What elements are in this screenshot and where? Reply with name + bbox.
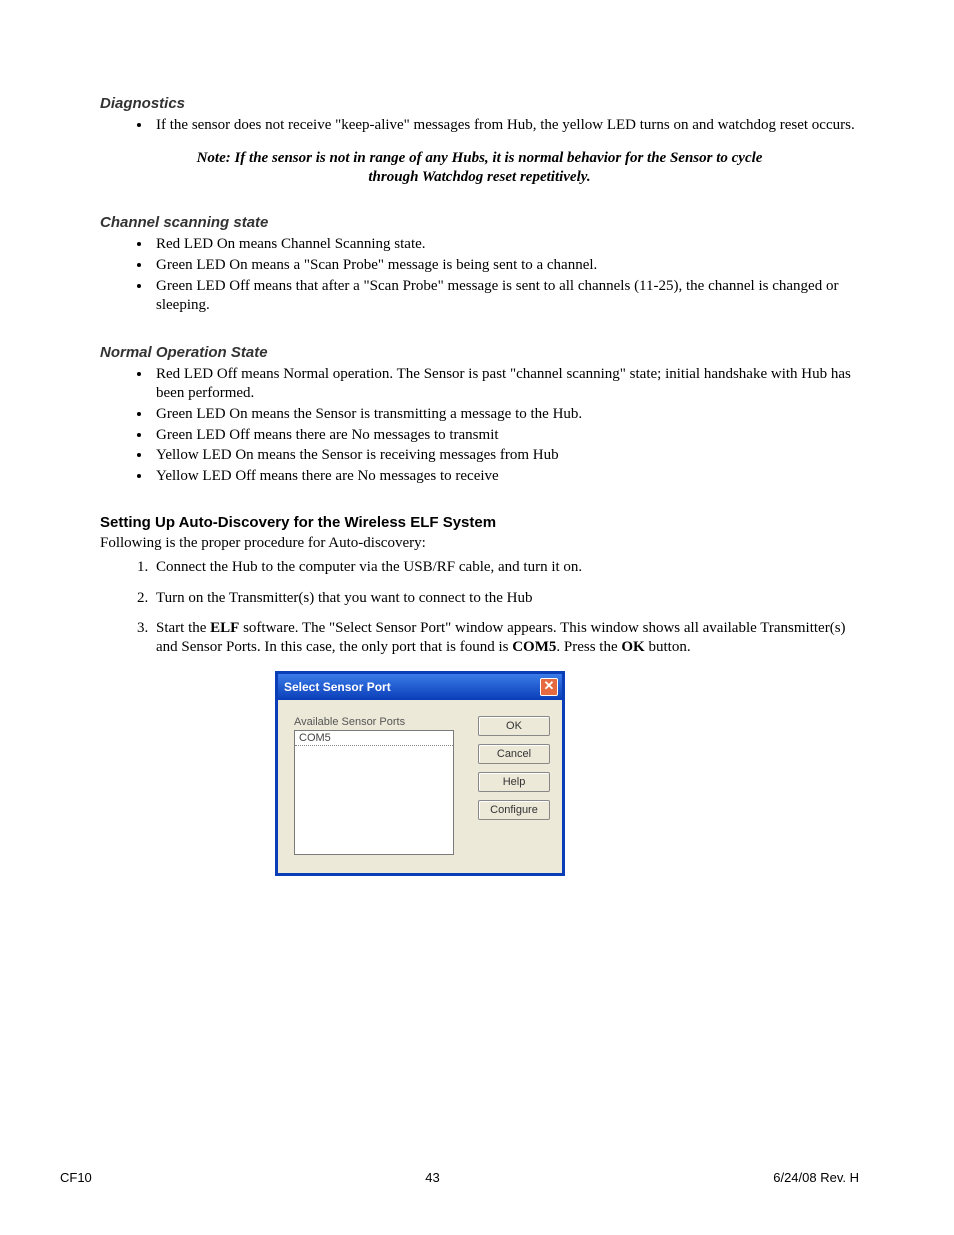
dialog-titlebar: Select Sensor Port ✕ — [278, 674, 562, 700]
auto-discovery-intro: Following is the proper procedure for Au… — [100, 535, 859, 552]
text: . Press the — [556, 639, 621, 655]
diagnostics-note: Note: If the sensor is not in range of a… — [180, 149, 779, 187]
list-item: If the sensor does not receive "keep-ali… — [152, 116, 859, 135]
text: button. — [645, 639, 691, 655]
text: Start the — [156, 620, 210, 636]
port-list-item[interactable]: COM5 — [295, 731, 453, 746]
text-bold: COM5 — [512, 639, 556, 655]
heading-diagnostics: Diagnostics — [100, 95, 859, 112]
list-item: Yellow LED Off means there are No messag… — [152, 467, 859, 486]
select-sensor-port-dialog: Select Sensor Port ✕ Available Sensor Po… — [275, 671, 565, 876]
configure-button[interactable]: Configure — [478, 800, 550, 820]
normal-list: Red LED Off means Normal operation. The … — [100, 365, 859, 486]
dialog-title: Select Sensor Port — [284, 680, 391, 694]
list-item: Green LED On means a "Scan Probe" messag… — [152, 256, 859, 275]
list-item: Green LED On means the Sensor is transmi… — [152, 405, 859, 424]
list-item: Green LED Off means that after a "Scan P… — [152, 277, 859, 315]
available-ports-label: Available Sensor Ports — [294, 716, 466, 728]
ok-button[interactable]: OK — [478, 716, 550, 736]
list-item: Red LED Off means Normal operation. The … — [152, 365, 859, 403]
footer-page-number: 43 — [425, 1170, 439, 1185]
close-button[interactable]: ✕ — [540, 678, 558, 696]
list-item: Turn on the Transmitter(s) that you want… — [152, 589, 859, 608]
footer-left: CF10 — [60, 1170, 92, 1185]
page-footer: CF10 43 6/24/08 Rev. H — [0, 1170, 954, 1185]
diagnostics-list: If the sensor does not receive "keep-ali… — [100, 116, 859, 135]
list-item: Red LED On means Channel Scanning state. — [152, 235, 859, 254]
list-item: Yellow LED On means the Sensor is receiv… — [152, 446, 859, 465]
cancel-button[interactable]: Cancel — [478, 744, 550, 764]
text-bold: OK — [621, 639, 644, 655]
text-bold: ELF — [210, 620, 239, 636]
list-item: Connect the Hub to the computer via the … — [152, 558, 859, 577]
list-item: Start the ELF software. The "Select Sens… — [152, 619, 859, 657]
list-item: Green LED Off means there are No message… — [152, 426, 859, 445]
heading-channel-scanning: Channel scanning state — [100, 214, 859, 231]
heading-auto-discovery: Setting Up Auto-Discovery for the Wirele… — [100, 514, 859, 531]
available-ports-listbox[interactable]: COM5 — [294, 730, 454, 855]
footer-right: 6/24/08 Rev. H — [773, 1170, 859, 1185]
auto-discovery-steps: Connect the Hub to the computer via the … — [100, 558, 859, 657]
text: software. The "Select Sensor Port" windo… — [156, 620, 846, 655]
help-button[interactable]: Help — [478, 772, 550, 792]
heading-normal-operation: Normal Operation State — [100, 344, 859, 361]
channel-list: Red LED On means Channel Scanning state.… — [100, 235, 859, 314]
close-icon: ✕ — [544, 678, 555, 693]
